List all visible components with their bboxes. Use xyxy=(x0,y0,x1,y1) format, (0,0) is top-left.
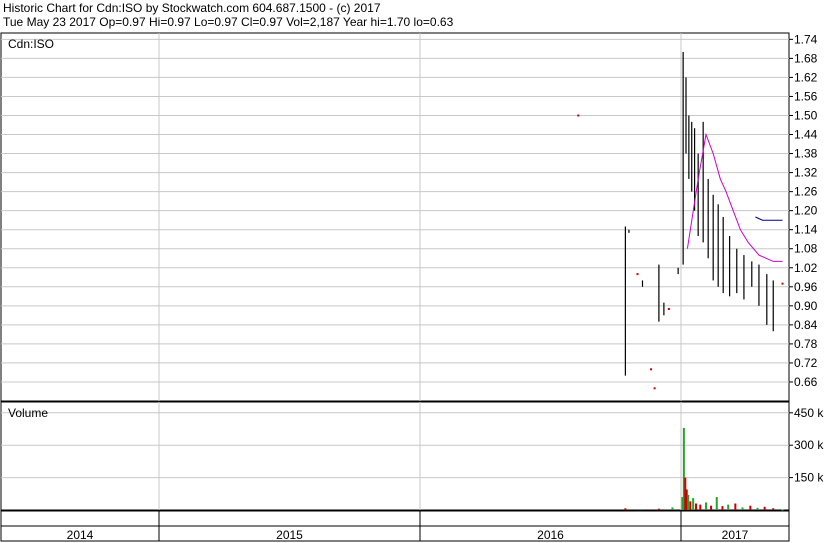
price-bar xyxy=(653,387,656,390)
price-tick-label: 1.20 xyxy=(794,204,818,218)
price-tick-label: 0.72 xyxy=(794,356,818,370)
volume-bar xyxy=(624,508,627,510)
price-tick-label: 1.08 xyxy=(794,242,818,256)
volume-bar xyxy=(699,504,702,510)
volume-bar xyxy=(749,505,752,510)
price-tick-label: 0.84 xyxy=(794,318,818,332)
price-tick-label: 0.96 xyxy=(794,280,818,294)
volume-bar xyxy=(781,509,784,511)
year-label: 2015 xyxy=(276,528,303,542)
volume-bar xyxy=(689,501,692,510)
price-bar xyxy=(667,308,670,310)
volume-bar xyxy=(657,508,660,510)
price-tick-label: 1.68 xyxy=(794,51,818,65)
price-bar xyxy=(636,273,639,276)
stock-chart: Cdn:ISO Volume 1.741.681.621.561.501.441… xyxy=(0,32,824,542)
volume-bar xyxy=(695,503,698,510)
volume-panel xyxy=(0,401,790,511)
price-tick-label: 1.56 xyxy=(794,89,818,103)
year-label: 2017 xyxy=(722,528,749,542)
volume-bar xyxy=(721,506,724,510)
volume-bar xyxy=(692,498,695,510)
price-tick-label: 1.32 xyxy=(794,166,818,180)
volume-bar xyxy=(772,508,775,510)
price-tick-label: 1.50 xyxy=(794,108,818,122)
volume-bar xyxy=(727,504,730,510)
price-tick-label: 0.90 xyxy=(794,299,818,313)
price-dot xyxy=(577,114,580,117)
volume-bar xyxy=(756,507,759,510)
price-dots xyxy=(577,114,580,117)
price-bar xyxy=(650,368,653,371)
price-bar xyxy=(781,282,784,285)
volume-bar xyxy=(671,507,674,510)
price-tick-label: 1.74 xyxy=(794,32,818,46)
volume-bar xyxy=(687,494,690,510)
year-label: 2014 xyxy=(67,528,94,542)
price-tick-label: 1.38 xyxy=(794,147,818,161)
volume-bar xyxy=(734,503,737,510)
volume-bar xyxy=(710,505,713,510)
price-tick-label: 1.02 xyxy=(794,261,818,275)
price-panel xyxy=(0,32,790,402)
volume-bar xyxy=(705,502,708,510)
price-tick-label: 1.26 xyxy=(794,185,818,199)
price-axis: 1.74 1.68 1.62 1.56 1.50 1.44 1.38 1.32 1.26 1.20… xyxy=(789,32,818,389)
volume-tick-label: 150 k xyxy=(794,471,824,485)
year-label: 2016 xyxy=(537,528,564,542)
volume-tick-label: 300 k xyxy=(794,438,824,452)
volume-bar xyxy=(741,507,744,510)
price-tick-label: 1.44 xyxy=(794,128,818,142)
volume-bar xyxy=(763,506,766,510)
volume-bar xyxy=(639,509,642,511)
price-tick-label: 0.78 xyxy=(794,337,818,351)
symbol-label: Cdn:ISO xyxy=(8,37,54,51)
price-tick-label: 1.62 xyxy=(794,70,818,84)
volume-axis: 450 k 300 k 150 k xyxy=(789,406,824,485)
volume-label: Volume xyxy=(8,406,48,420)
price-tick-label: 0.66 xyxy=(794,375,818,389)
price-tick-label: 1.14 xyxy=(794,223,818,237)
volume-bar xyxy=(715,497,718,510)
volume-tick-label: 450 k xyxy=(794,406,824,420)
